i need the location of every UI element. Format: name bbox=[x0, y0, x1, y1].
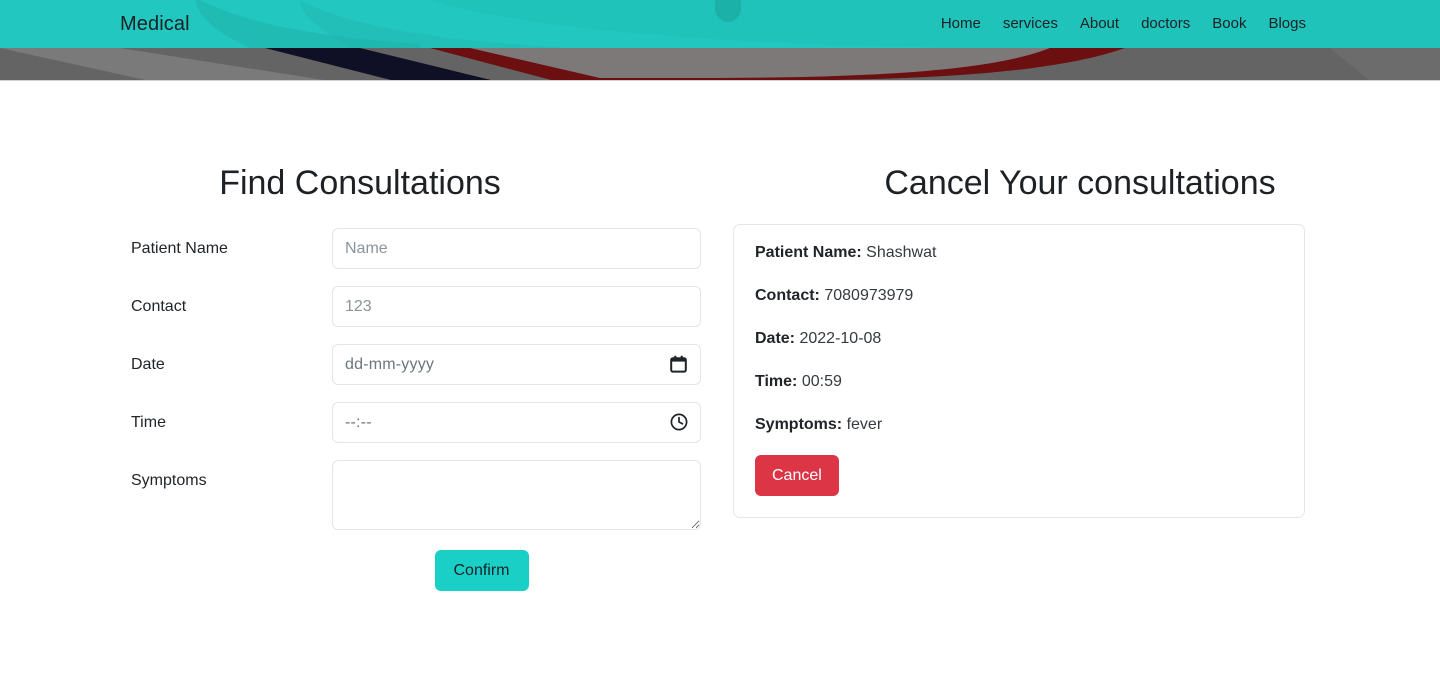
record-value-date: 2022-10-08 bbox=[799, 330, 882, 347]
field-wrap-contact bbox=[332, 286, 701, 327]
contact-input[interactable] bbox=[332, 286, 701, 327]
form-row-date: Date dd-mm-yyyy bbox=[131, 344, 720, 391]
field-wrap-date: dd-mm-yyyy bbox=[332, 344, 701, 385]
page-content: Find Consultations Patient Name Contact … bbox=[0, 81, 1440, 673]
form-row-time: Time --:-- bbox=[131, 402, 720, 449]
hero-bottom-divider bbox=[0, 80, 1440, 81]
record-value-patient-name: Shashwat bbox=[866, 244, 937, 261]
record-row-symptoms: Symptoms: fever bbox=[755, 414, 1283, 435]
nav-link-about[interactable]: About bbox=[1080, 14, 1119, 34]
record-row-contact: Contact: 7080973979 bbox=[755, 285, 1283, 306]
field-wrap-time: --:-- bbox=[332, 402, 701, 443]
hero-banner: Medical Home services About doctors Book… bbox=[0, 0, 1440, 81]
record-row-patient-name: Patient Name: Shashwat bbox=[755, 242, 1283, 263]
nav-link-blogs[interactable]: Blogs bbox=[1268, 14, 1306, 34]
nav-link-doctors[interactable]: doctors bbox=[1141, 14, 1190, 34]
find-consultations-form: Patient Name Contact Date dd-mm-yyyy bbox=[0, 228, 720, 591]
submit-row: Confirm bbox=[131, 550, 529, 591]
record-key-time: Time: bbox=[755, 373, 798, 390]
patient-name-input[interactable] bbox=[332, 228, 701, 269]
nav-link-services[interactable]: services bbox=[1003, 14, 1058, 34]
label-contact: Contact bbox=[131, 298, 187, 315]
nav-link-book[interactable]: Book bbox=[1212, 14, 1246, 34]
primary-nav: Home services About doctors Book Blogs bbox=[941, 14, 1306, 34]
cancel-button[interactable]: Cancel bbox=[755, 455, 839, 496]
consultation-record-card: Patient Name: Shashwat Contact: 70809739… bbox=[733, 224, 1305, 518]
record-row-time: Time: 00:59 bbox=[755, 371, 1283, 392]
record-value-symptoms: fever bbox=[846, 416, 883, 433]
symptoms-textarea[interactable] bbox=[332, 460, 701, 530]
form-row-patient-name: Patient Name bbox=[131, 228, 720, 275]
form-row-symptoms: Symptoms bbox=[131, 460, 720, 535]
label-time: Time bbox=[131, 414, 166, 431]
date-input[interactable] bbox=[332, 344, 701, 385]
form-row-contact: Contact bbox=[131, 286, 720, 333]
record-key-date: Date: bbox=[755, 330, 796, 347]
record-value-time: 00:59 bbox=[801, 373, 842, 390]
label-symptoms: Symptoms bbox=[131, 472, 207, 489]
confirm-button[interactable]: Confirm bbox=[434, 550, 529, 591]
find-consultations-title: Find Consultations bbox=[219, 164, 501, 202]
record-row-date: Date: 2022-10-08 bbox=[755, 328, 1283, 349]
record-key-symptoms: Symptoms: bbox=[755, 416, 843, 433]
nav-link-home[interactable]: Home bbox=[941, 14, 981, 34]
time-input[interactable] bbox=[332, 402, 701, 443]
label-date: Date bbox=[131, 356, 165, 373]
label-patient-name: Patient Name bbox=[131, 240, 228, 257]
cancel-consultations-title: Cancel Your consultations bbox=[884, 164, 1276, 202]
record-key-patient-name: Patient Name: bbox=[755, 244, 862, 261]
record-key-contact: Contact: bbox=[755, 287, 820, 304]
field-wrap-symptoms bbox=[332, 460, 701, 530]
brand-logo[interactable]: Medical bbox=[120, 12, 190, 36]
find-consultations-column: Find Consultations Patient Name Contact … bbox=[0, 81, 720, 591]
navbar: Medical Home services About doctors Book… bbox=[0, 0, 1440, 48]
field-wrap-patient-name bbox=[332, 228, 701, 269]
cancel-consultations-column: Cancel Your consultations Patient Name: … bbox=[720, 81, 1440, 518]
record-value-contact: 7080973979 bbox=[824, 287, 914, 304]
